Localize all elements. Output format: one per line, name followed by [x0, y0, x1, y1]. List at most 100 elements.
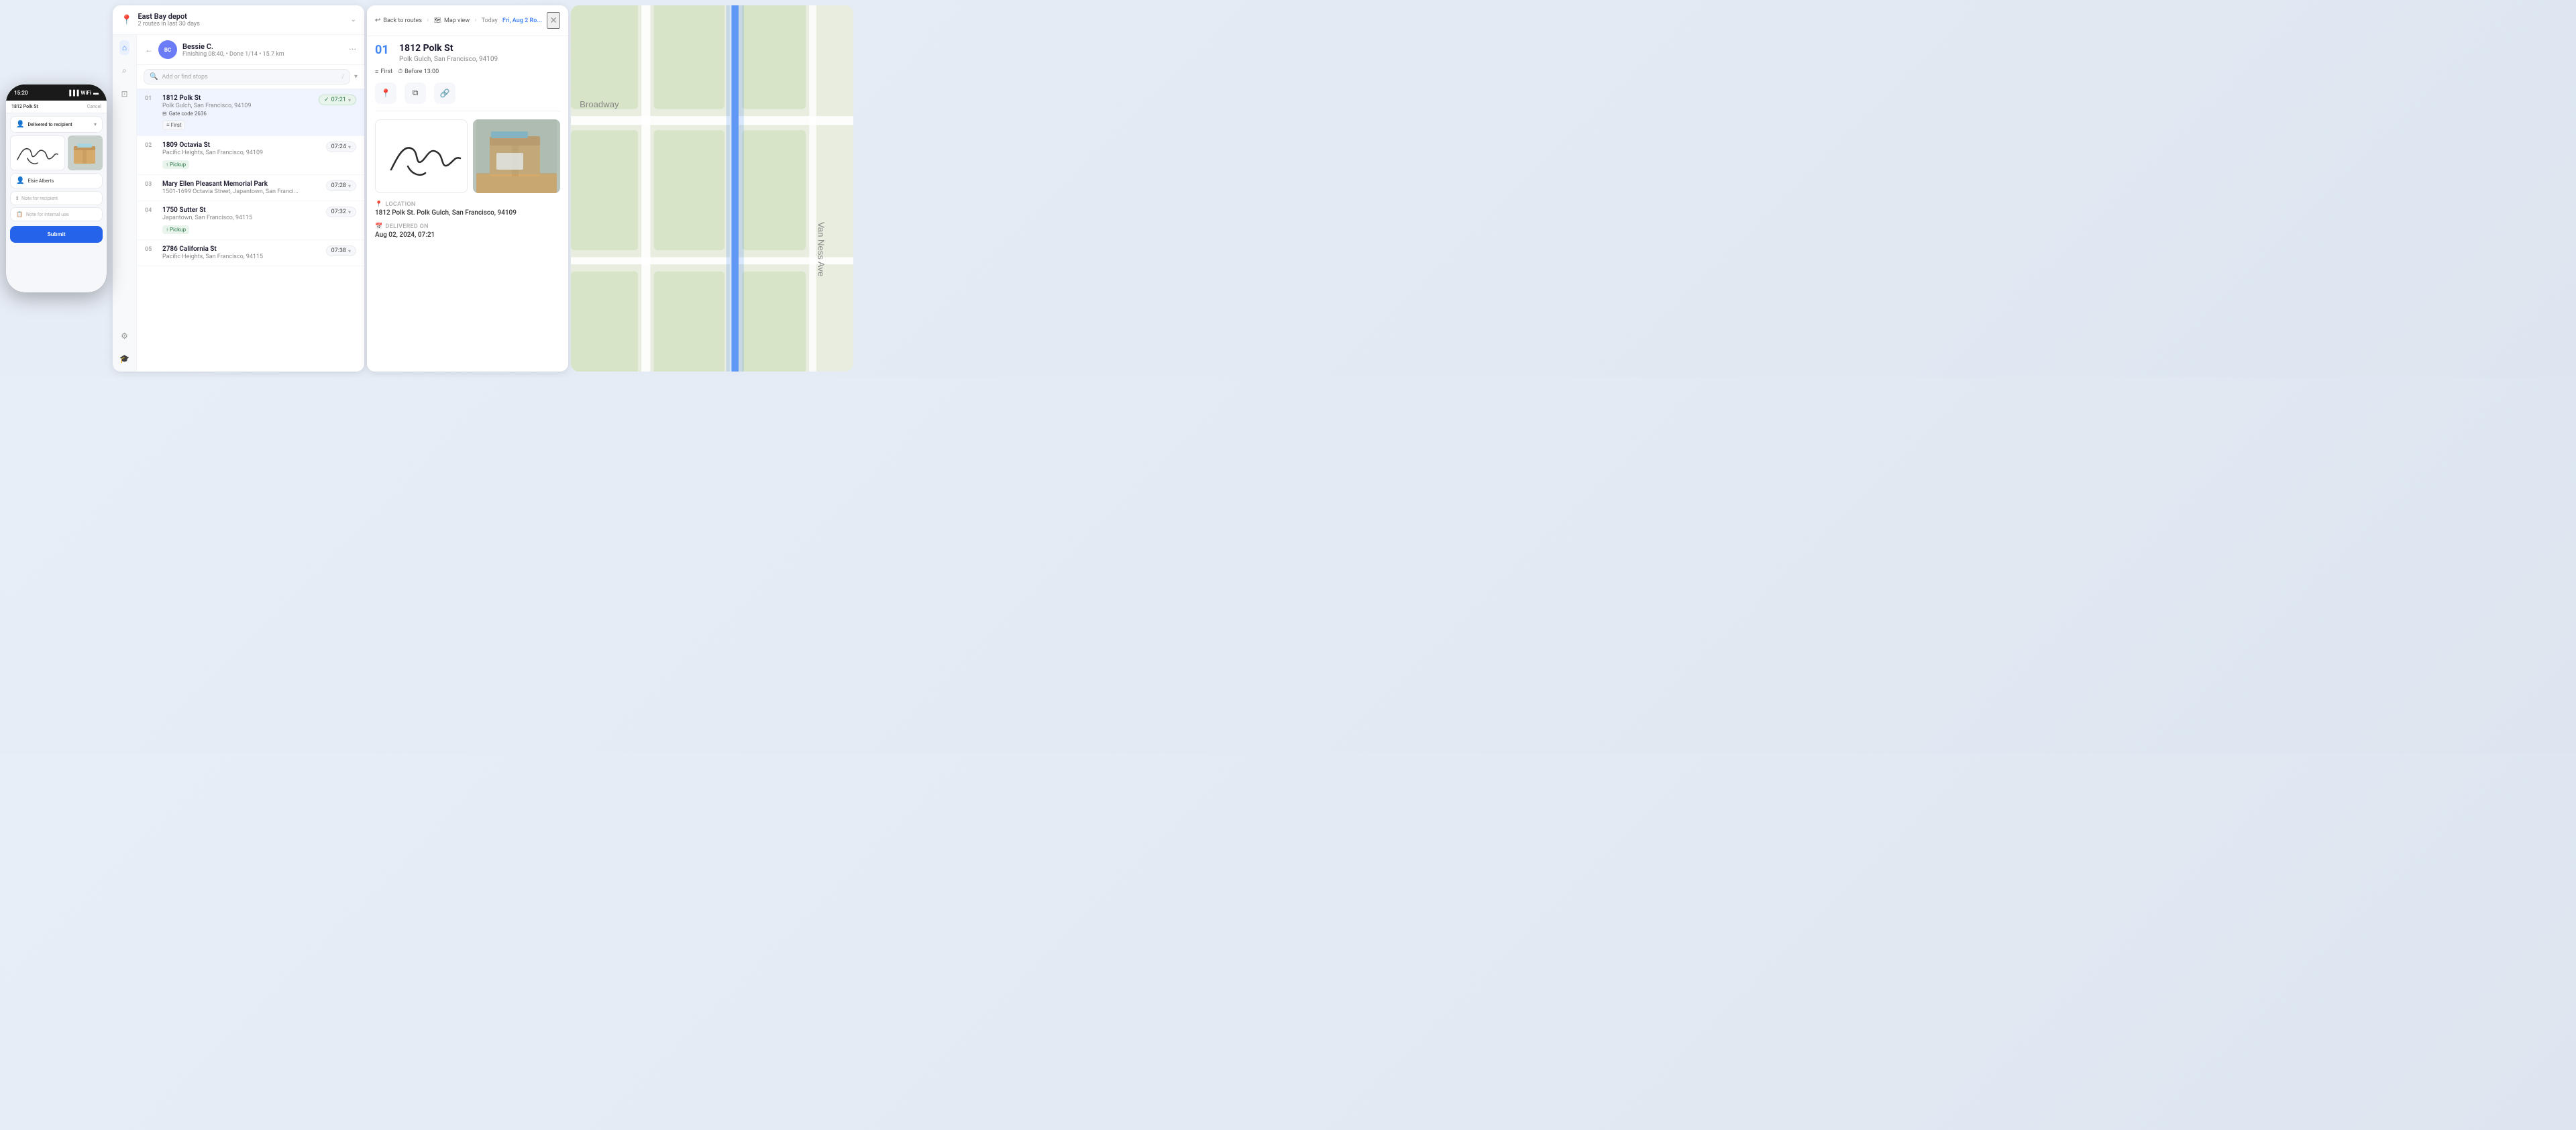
photos-detail-row	[375, 119, 560, 193]
stop-details: 1809 Octavia St Pacific Heights, San Fra…	[162, 142, 321, 169]
detail-panel: ↩ Back to routes › 🗺 Map view › Today Fr…	[367, 5, 568, 372]
stop-time-pill[interactable]: 07:24 ▾	[326, 142, 356, 152]
detail-header: ↩ Back to routes › 🗺 Map view › Today Fr…	[367, 5, 568, 36]
stop-number: 02	[145, 142, 157, 149]
gate-icon: ⊟	[162, 111, 167, 117]
location-action-button[interactable]: 📍	[375, 82, 396, 104]
svg-text:Van Ness Ave: Van Ness Ave	[816, 222, 826, 276]
phone-screen: 1812 Polk St Cancel 👤 Delivered to recip…	[6, 101, 107, 292]
chevron-down-icon: ▾	[94, 121, 97, 127]
note-internal-row[interactable]: 📋 Note for internal use	[10, 207, 103, 221]
checkmark-icon: ✓	[324, 97, 329, 103]
stop-time-pill[interactable]: 07:38 ▾	[326, 245, 356, 256]
phone-panel: 15:20 ▐▐▐ WiFi ▬ 1812 Polk St Cancel 👤 D…	[0, 0, 107, 377]
stop-tags-row: ≡ First ⏱ Before 13:00	[375, 68, 560, 76]
stop-number: 05	[145, 245, 157, 253]
link-icon: 🔗	[440, 89, 450, 98]
stop-time-pill-done[interactable]: ✓ 07:21 ▾	[319, 95, 356, 105]
wifi-icon: WiFi	[80, 90, 91, 96]
stop-item[interactable]: 04 1750 Sutter St Japantown, San Francis…	[137, 201, 364, 240]
package-svg-small	[70, 138, 101, 168]
stop-time-col: 07:24 ▾	[326, 142, 356, 152]
sidebar-item-diploma[interactable]: 🎓	[117, 351, 132, 366]
location-label-icon: 📍	[375, 201, 383, 208]
search-placeholder: Add or find stops	[162, 74, 337, 80]
phone-status-icons: ▐▐▐ WiFi ▬	[67, 90, 99, 96]
stop-item[interactable]: 03 Mary Ellen Pleasant Memorial Park 150…	[137, 175, 364, 201]
driver-name: Bessie C.	[182, 42, 343, 51]
stop-city: 1501-1699 Octavia Street, Japantown, San…	[162, 188, 321, 195]
delivery-status-row[interactable]: 👤 Delivered to recipient ▾	[10, 116, 103, 133]
detail-street: 1812 Polk St	[399, 43, 498, 54]
date-label: Fri, Aug 2 Ro...	[502, 17, 542, 24]
map-view-button[interactable]: 🗺 Map view	[434, 17, 470, 24]
driver-avatar: BC	[158, 40, 177, 59]
photos-row	[10, 135, 103, 170]
stop-gate: ⊟ Gate code 2636	[162, 111, 313, 117]
link-action-button[interactable]: 🔗	[434, 82, 455, 104]
signature-svg	[11, 139, 64, 166]
search-expand-icon[interactable]: ▾	[354, 73, 358, 80]
stop-time-pill[interactable]: 07:28 ▾	[326, 180, 356, 191]
calendar-icon: 📅	[375, 223, 383, 230]
delivery-status-left: 👤 Delivered to recipient	[16, 121, 72, 128]
phone-frame: 15:20 ▐▐▐ WiFi ▬ 1812 Polk St Cancel 👤 D…	[6, 84, 107, 292]
stop-details: Mary Ellen Pleasant Memorial Park 1501-1…	[162, 180, 321, 195]
search-icon: 🔍	[150, 73, 158, 80]
delivered-label: 📅 Delivered on	[375, 223, 560, 230]
route-content: ← BC Bessie C. Finishing 08:40, • Done 1…	[137, 35, 364, 372]
breadcrumb-separator-2: ›	[474, 17, 476, 24]
phone-cancel-label[interactable]: Cancel	[87, 104, 101, 109]
recipient-name: Elsie Alberts	[28, 178, 54, 184]
phone-time: 15:20	[14, 90, 28, 96]
info-icon: ℹ	[16, 195, 18, 201]
stop-item[interactable]: 01 1812 Polk St Polk Gulch, San Francisc…	[137, 89, 364, 136]
note-recipient-row[interactable]: ℹ Note for recipient	[10, 191, 103, 205]
back-to-routes-button[interactable]: ↩ Back to routes	[375, 17, 422, 24]
close-button[interactable]: ✕	[547, 12, 560, 29]
sidebar-item-monitor[interactable]: ⊡	[118, 87, 130, 101]
search-input-wrapper[interactable]: 🔍 Add or find stops /	[144, 69, 350, 84]
submit-button[interactable]: Submit	[10, 226, 103, 243]
more-options-icon[interactable]: ···	[349, 44, 356, 55]
time-chevron-icon: ▾	[348, 248, 351, 254]
today-label: Today	[482, 17, 498, 24]
driver-back-arrow[interactable]: ←	[145, 45, 153, 54]
signature-box	[10, 135, 65, 170]
note-internal-placeholder: Note for internal use	[26, 212, 69, 217]
stop-street: Mary Ellen Pleasant Memorial Park	[162, 180, 321, 188]
package-detail-box	[473, 119, 560, 193]
sidebar-item-search[interactable]: ⌕	[119, 63, 129, 78]
location-label: 📍 Location	[375, 201, 560, 208]
signal-icon: ▐▐▐	[67, 90, 78, 96]
stop-item[interactable]: 02 1809 Octavia St Pacific Heights, San …	[137, 136, 364, 175]
stop-time-pill[interactable]: 07:32 ▾	[326, 207, 356, 217]
location-pin-icon: 📍	[381, 89, 391, 98]
search-bar: 🔍 Add or find stops / ▾	[137, 65, 364, 89]
sidebar-item-gear[interactable]: ⚙	[118, 329, 131, 343]
depot-name: East Bay depot	[138, 12, 199, 21]
recipient-row: 👤 Elsie Alberts	[10, 173, 103, 188]
time-chevron-icon: ▾	[348, 209, 351, 215]
svg-text:Broadway: Broadway	[580, 99, 619, 109]
sidebar-item-home[interactable]: ⌂	[119, 40, 129, 55]
stop-city: Japantown, San Francisco, 94115	[162, 215, 321, 221]
stop-number: 03	[145, 180, 157, 188]
list-icon: ≡	[375, 68, 378, 76]
note-internal-icon: 📋	[16, 211, 23, 217]
stop-number: 01	[145, 95, 157, 102]
depot-expand-icon[interactable]: ⌄	[351, 16, 356, 23]
phone-status-bar: 15:20 ▐▐▐ WiFi ▬	[6, 84, 107, 101]
detail-stop-num: 01	[375, 43, 394, 57]
battery-icon: ▬	[93, 90, 99, 96]
tag-time: ⏱ Before 13:00	[398, 68, 439, 75]
stop-item[interactable]: 05 2786 California St Pacific Heights, S…	[137, 240, 364, 266]
copy-action-button[interactable]: ⧉	[405, 82, 426, 104]
signature-detail-box	[375, 119, 468, 193]
back-routes-label: Back to routes	[383, 17, 422, 24]
sidebar-nav: ⌂ ⌕ ⊡ ⚙ 🎓	[113, 35, 137, 372]
depot-sub: 2 routes in last 30 days	[138, 21, 199, 27]
route-layout: ⌂ ⌕ ⊡ ⚙ 🎓 ← BC Bessie C. Finishing 08:40…	[113, 35, 364, 372]
delivered-section: 📅 Delivered on Aug 02, 2024, 07:21	[375, 223, 560, 239]
driver-meta: Finishing 08:40, • Done 1/14 • 15.7 km	[182, 51, 343, 58]
